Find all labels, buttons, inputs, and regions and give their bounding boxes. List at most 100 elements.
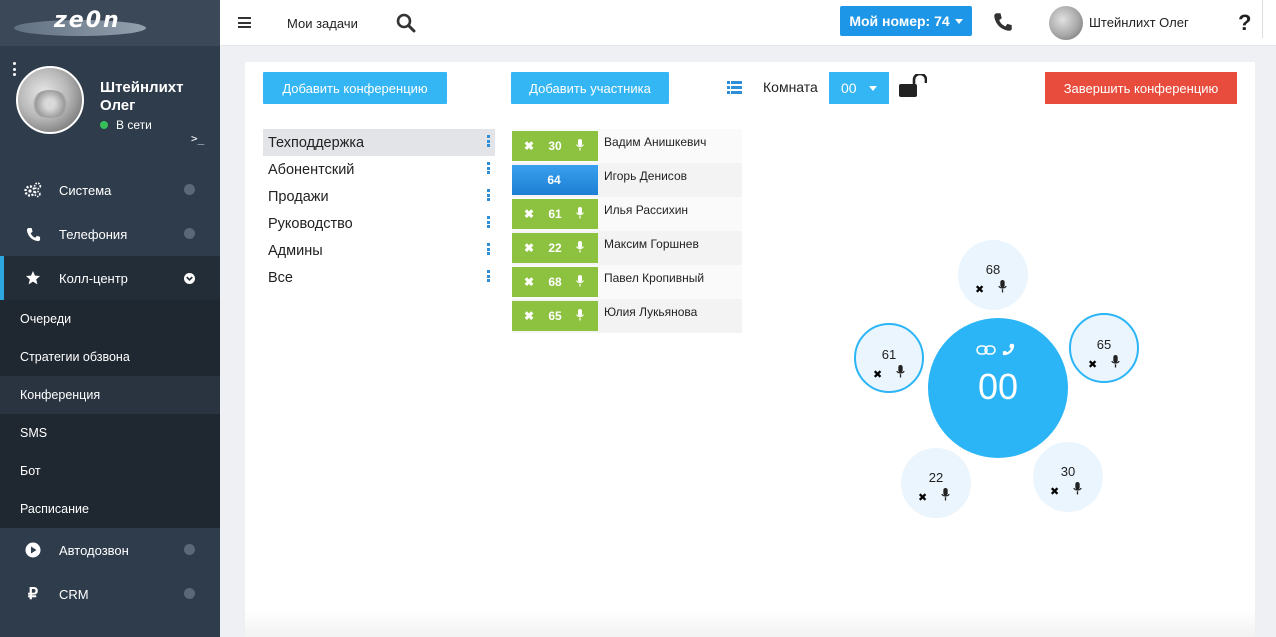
microphone-icon[interactable] xyxy=(576,138,584,154)
participant-badge: ✖ 30 xyxy=(512,131,598,161)
help-icon[interactable]: ? xyxy=(1238,10,1251,36)
sidebar-item-conference[interactable]: Конференция xyxy=(0,376,220,414)
sidebar-item-schedule[interactable]: Расписание xyxy=(0,490,220,528)
microphone-icon[interactable] xyxy=(576,206,584,222)
list-item[interactable]: Техподдержка xyxy=(263,129,495,156)
microphone-icon[interactable] xyxy=(896,365,905,383)
sidebar-item-crm[interactable]: ₽ CRM xyxy=(0,572,220,616)
add-conference-button[interactable]: Добавить конференцию xyxy=(263,72,447,104)
room-member[interactable]: 65 ✖ xyxy=(1069,313,1139,383)
microphone-icon[interactable] xyxy=(576,274,584,290)
sidebar-item-telephony[interactable]: Телефония xyxy=(0,212,220,256)
participant-badge: ✖ 68 xyxy=(512,267,598,297)
end-conference-button[interactable]: Завершить конференцию xyxy=(1045,72,1237,104)
hamburger-menu-icon[interactable] xyxy=(238,17,251,28)
kick-x-icon[interactable]: ✖ xyxy=(975,283,984,296)
participant-name: Максим Горшнев xyxy=(604,237,699,251)
avatar[interactable] xyxy=(1049,6,1083,40)
phone-icon[interactable] xyxy=(993,12,1013,37)
room-member[interactable]: 22 ✖ xyxy=(901,448,971,518)
kick-x-icon[interactable]: ✖ xyxy=(524,309,534,323)
sidebar-item-label: Автодозвон xyxy=(59,542,129,558)
sidebar-item-bot[interactable]: Бот xyxy=(0,452,220,490)
top-user-name[interactable]: Штейнлихт Олег xyxy=(1089,15,1189,30)
kebab-menu-icon[interactable] xyxy=(12,62,16,76)
kebab-menu-icon[interactable] xyxy=(487,162,490,174)
kick-x-icon[interactable]: ✖ xyxy=(1050,485,1059,498)
kick-x-icon[interactable]: ✖ xyxy=(524,275,534,289)
link-icon[interactable] xyxy=(976,343,996,361)
chevron-down-icon xyxy=(184,272,195,284)
terminal-icon[interactable]: >_ xyxy=(191,132,204,145)
kick-x-icon[interactable]: ✖ xyxy=(873,368,882,381)
sidebar-item-system[interactable]: Система xyxy=(0,168,220,212)
list-view-icon[interactable] xyxy=(727,81,742,99)
table-row[interactable]: ✖ 68 Павел Кропивный xyxy=(512,265,742,299)
kick-x-icon[interactable]: ✖ xyxy=(1088,358,1097,371)
chevron-right-icon xyxy=(184,544,195,555)
microphone-icon[interactable] xyxy=(1111,355,1120,373)
add-participant-button[interactable]: Добавить участника xyxy=(511,72,669,104)
table-row[interactable]: 64 Игорь Денисов xyxy=(512,163,742,197)
list-item[interactable]: Абонентский xyxy=(263,156,495,183)
panel-bottom-shadow xyxy=(245,610,1255,637)
scrollbar[interactable] xyxy=(1262,0,1274,38)
room-select[interactable]: 00 xyxy=(829,72,889,104)
phone-icon[interactable] xyxy=(1002,343,1015,361)
sidebar-item-call-center[interactable]: Колл-центр xyxy=(0,256,220,300)
participant-ext: 22 xyxy=(548,241,562,255)
table-row[interactable]: ✖ 61 Илья Рассихин xyxy=(512,197,742,231)
kick-x-icon[interactable]: ✖ xyxy=(524,241,534,255)
conference-name: Абонентский xyxy=(268,161,355,178)
table-row[interactable]: ✖ 22 Максим Горшнев xyxy=(512,231,742,265)
list-item[interactable]: Админы xyxy=(263,237,495,264)
kebab-menu-icon[interactable] xyxy=(487,189,490,201)
sidebar-item-label: Система xyxy=(59,182,112,198)
sidebar-item-queues[interactable]: Очереди xyxy=(0,300,220,338)
list-item[interactable]: Продажи xyxy=(263,183,495,210)
kick-x-icon[interactable]: ✖ xyxy=(918,491,927,504)
microphone-icon[interactable] xyxy=(941,488,950,506)
member-ext: 22 xyxy=(928,470,944,485)
room-label: Комната xyxy=(763,79,818,95)
microphone-icon[interactable] xyxy=(576,240,584,256)
my-tasks-link[interactable]: Мои задачи xyxy=(287,16,358,31)
room-member[interactable]: 61 ✖ xyxy=(854,323,924,393)
list-item[interactable]: Руководство xyxy=(263,210,495,237)
room-center-circle[interactable]: 00 xyxy=(928,318,1068,458)
sidebar-item-sms[interactable]: SMS xyxy=(0,414,220,452)
microphone-icon[interactable] xyxy=(1073,482,1082,500)
phone-icon xyxy=(24,225,42,243)
microphone-icon[interactable] xyxy=(998,280,1007,298)
microphone-icon[interactable] xyxy=(576,308,584,324)
sidebar-item-dial-strategies[interactable]: Стратегии обзвона xyxy=(0,338,220,376)
list-item[interactable]: Все xyxy=(263,264,495,291)
status-label: В сети xyxy=(116,118,152,132)
kebab-menu-icon[interactable] xyxy=(487,243,490,255)
sidebar-item-autodial[interactable]: Автодозвон xyxy=(0,528,220,572)
participant-ext: 65 xyxy=(548,309,562,323)
app-logo[interactable]: ze0n xyxy=(14,8,146,38)
play-icon xyxy=(24,541,42,559)
unlock-icon[interactable] xyxy=(899,72,928,103)
user-name: Штейнлихт Олег xyxy=(100,79,184,114)
call-center-submenu: Очереди Стратегии обзвона Конференция SM… xyxy=(0,300,220,528)
participant-ext: 68 xyxy=(548,275,562,289)
room-member[interactable]: 68 ✖ xyxy=(958,240,1028,310)
room-member[interactable]: 30 ✖ xyxy=(1033,442,1103,512)
kebab-menu-icon[interactable] xyxy=(487,216,490,228)
kick-x-icon[interactable]: ✖ xyxy=(524,139,534,153)
my-number-dropdown[interactable]: Мой номер: 74 xyxy=(840,6,972,36)
table-row[interactable]: ✖ 65 Юлия Лукьянова xyxy=(512,299,742,333)
sidebar-item-label: CRM xyxy=(59,586,89,602)
participant-name: Павел Кропивный xyxy=(604,271,705,285)
kick-x-icon[interactable]: ✖ xyxy=(524,207,534,221)
search-icon[interactable] xyxy=(396,13,416,38)
conference-name: Продажи xyxy=(268,188,329,205)
kebab-menu-icon[interactable] xyxy=(487,135,490,147)
kebab-menu-icon[interactable] xyxy=(487,270,490,282)
avatar[interactable] xyxy=(16,66,84,134)
member-ext: 30 xyxy=(1060,464,1076,479)
participant-name: Вадим Анишкевич xyxy=(604,135,707,149)
table-row[interactable]: ✖ 30 Вадим Анишкевич xyxy=(512,129,742,163)
